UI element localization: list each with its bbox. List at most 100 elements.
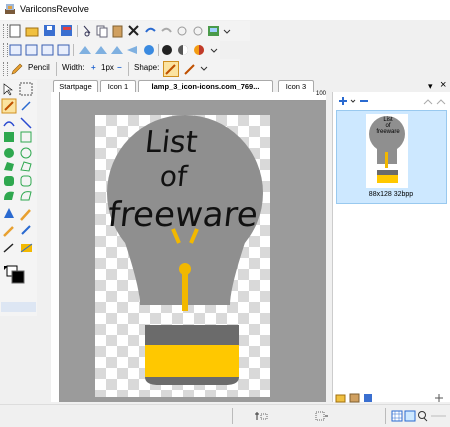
line-tool-icon	[20, 117, 32, 129]
filled-rounded-rect-icon	[4, 176, 14, 186]
hue-icon	[194, 45, 204, 55]
format-dropdown-icon	[350, 99, 356, 103]
shift-right-icon	[95, 46, 107, 54]
main-toolbar-icons	[9, 24, 231, 38]
transform-toolbar-icons	[9, 44, 218, 56]
eraser-tool-icon	[21, 101, 31, 111]
polygon-outline-icon	[20, 161, 32, 172]
rect-outline-icon	[20, 131, 32, 143]
tab-lamp-3[interactable]: lamp_3_icon-icons.com_769...	[138, 80, 273, 92]
spray-tool-icon	[21, 225, 31, 235]
preview-toggle-icon	[404, 410, 416, 422]
close-tab-button[interactable]: ×	[440, 79, 446, 91]
cut-icon	[83, 25, 91, 37]
open-icon	[335, 394, 346, 403]
new-file-icon	[9, 24, 21, 38]
redo-icon	[161, 27, 172, 33]
flip-vertical-icon	[25, 44, 38, 56]
app-icon	[5, 4, 15, 14]
panel-toolbar	[339, 97, 368, 105]
rotate-right-icon	[57, 44, 70, 56]
toolbar-grip[interactable]	[3, 62, 8, 76]
zoom-controls	[391, 410, 446, 422]
export-icon	[364, 394, 372, 402]
thumbnail-caption: 88x128 32bpp	[368, 191, 414, 198]
window-title: VarilconsRevolve	[20, 4, 89, 14]
panel-bottom-toolbar	[335, 393, 443, 403]
handwriting-line-2: of	[158, 160, 189, 193]
width-value[interactable]: 1px	[101, 63, 114, 72]
magic-select-icon	[19, 82, 33, 96]
toolbar-overflow-icon[interactable]	[200, 64, 208, 74]
width-label: Width:	[62, 63, 85, 72]
vertical-ruler	[51, 92, 60, 402]
status-separator	[232, 408, 233, 424]
tab-startpage[interactable]: Startpage	[53, 80, 98, 92]
handwriting-line-3: freeware	[105, 195, 260, 235]
status-separator	[385, 408, 386, 424]
rounded-rect-outline-icon	[20, 175, 32, 187]
transform-toolbar	[0, 40, 220, 60]
ellipse-outline-icon	[20, 147, 32, 159]
import-icon	[349, 393, 360, 403]
separator	[56, 62, 57, 76]
toolbar-grip[interactable]	[3, 43, 8, 57]
primary-secondary-colors	[4, 265, 25, 284]
copy-icon	[96, 25, 108, 38]
document-tabs: Startpage Icon 1 lamp_3_icon-icons.com_7…	[53, 79, 450, 92]
fill-bucket-icon	[4, 208, 14, 218]
filled-shape-icon	[4, 191, 14, 200]
toolbar-overflow-icon	[223, 29, 231, 34]
main-toolbar	[0, 21, 250, 41]
select-arrow-icon	[3, 83, 13, 96]
paste-icon	[112, 25, 123, 38]
cursor-position-icon	[255, 412, 268, 420]
move-up-icon	[423, 99, 433, 105]
move-down-icon	[436, 99, 446, 105]
shape-label: Shape:	[134, 63, 160, 72]
pencil-icon	[11, 63, 23, 75]
panel-nav	[423, 99, 446, 105]
brightness-icon	[178, 45, 188, 55]
tool-name-label: Pencil	[28, 63, 50, 72]
eyedropper-icon	[20, 209, 31, 221]
shift-down-icon	[127, 46, 137, 54]
separator	[128, 62, 129, 76]
tool-palette-icons	[1, 82, 36, 312]
rotate-left-icon	[41, 44, 54, 56]
undo-icon	[145, 27, 156, 33]
ruler-mark: 100	[316, 91, 327, 97]
filled-polygon-icon	[4, 162, 14, 171]
text-tool-icon	[3, 243, 14, 253]
image-icon	[208, 26, 219, 36]
status-bar	[0, 404, 450, 427]
tab-icon-1[interactable]: Icon 1	[100, 80, 136, 92]
delete-icon	[128, 25, 139, 36]
thumbnail-text-3: freeware	[376, 129, 400, 135]
width-increase-button[interactable]: +	[91, 63, 96, 72]
shape-round-pen-icon[interactable]	[182, 61, 198, 77]
open-folder-icon	[25, 27, 39, 37]
filled-rect-icon	[4, 132, 14, 142]
flip-horizontal-icon	[9, 44, 22, 56]
grid-toggle-icon	[391, 410, 403, 422]
grayscale-icon	[162, 45, 172, 55]
shape-square-pen-icon[interactable]	[163, 61, 179, 77]
title-bar: VarilconsRevolve	[0, 0, 450, 20]
toolbar-grip[interactable]	[3, 24, 8, 38]
curve-tool-icon	[3, 121, 15, 127]
tab-icon-3[interactable]: Icon 3	[278, 80, 314, 92]
add-format-icon	[339, 97, 347, 105]
save-icon	[44, 25, 55, 36]
horizontal-ruler: 100	[51, 91, 327, 101]
zoom-icon	[418, 411, 428, 422]
tool-palette	[0, 80, 37, 316]
gradient-tool-icon	[20, 243, 33, 253]
zoom-out-icon	[193, 26, 203, 36]
shape-outline-icon	[20, 191, 32, 201]
tab-list-dropdown[interactable]: ▾	[428, 81, 433, 92]
color-adjust-icon	[144, 45, 154, 55]
handwriting-line-1: List	[143, 125, 200, 160]
toolbar-overflow-icon	[210, 48, 218, 53]
width-decrease-button[interactable]: −	[117, 63, 122, 72]
